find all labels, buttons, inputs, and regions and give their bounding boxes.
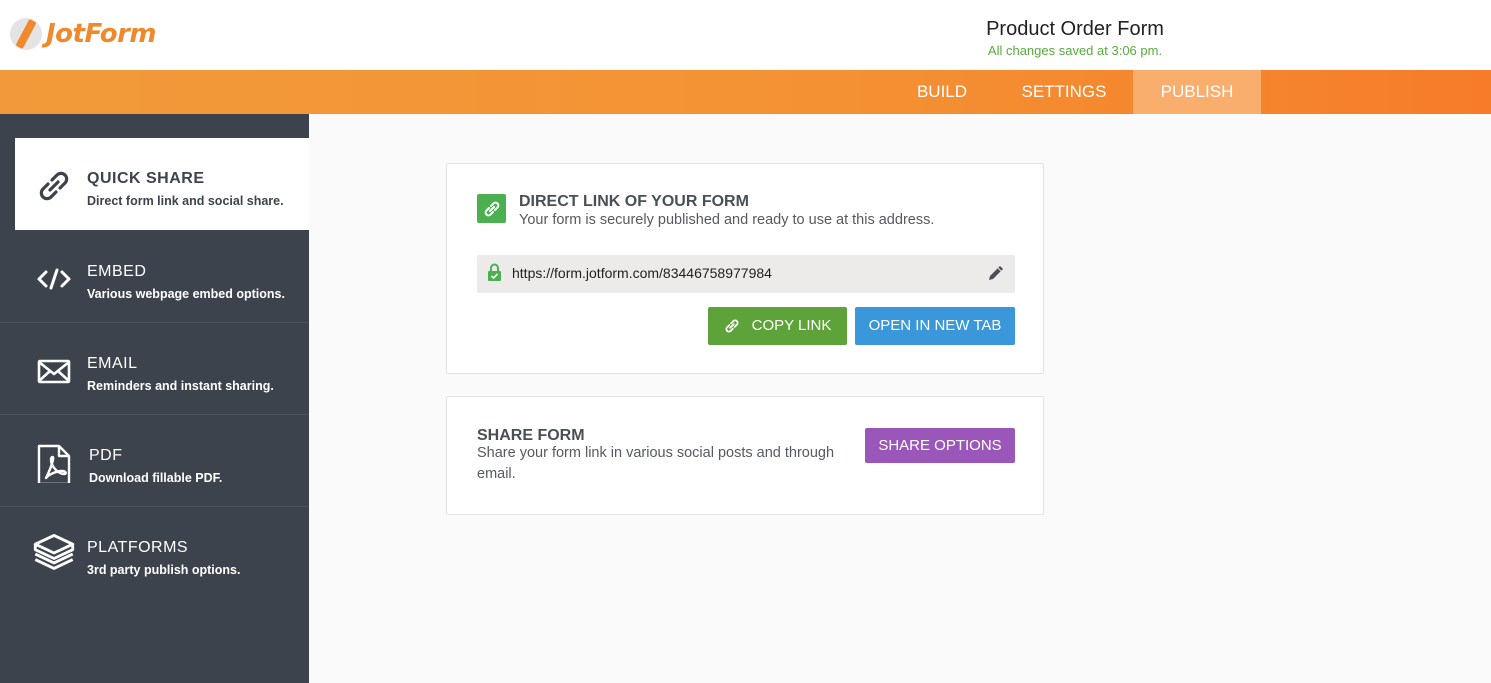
sidebar-item-pdf[interactable]: PDF Download fillable PDF. xyxy=(0,415,309,507)
copy-link-button[interactable]: COPY LINK xyxy=(708,307,847,345)
form-url-field[interactable]: https://form.jotform.com/83446758977984 xyxy=(477,255,1015,293)
sidebar-item-label: EMBED xyxy=(87,263,147,280)
share-form-subtitle: Share your form link in various social p… xyxy=(477,445,835,482)
form-url-text: https://form.jotform.com/83446758977984 xyxy=(512,265,772,281)
pdf-icon xyxy=(37,444,71,483)
envelope-icon xyxy=(37,359,71,384)
publish-sidebar: QUICK SHARE Direct form link and social … xyxy=(0,114,309,683)
open-in-new-tab-button[interactable]: OPEN IN NEW TAB xyxy=(855,307,1015,345)
code-icon xyxy=(37,268,71,290)
direct-link-title: DIRECT LINK OF YOUR FORM xyxy=(519,193,749,210)
sidebar-item-desc: Reminders and instant sharing. xyxy=(87,379,274,393)
logo-pen-icon xyxy=(10,18,42,50)
direct-link-subtitle: Your form is securely published and read… xyxy=(519,212,935,228)
sidebar-item-desc: Direct form link and social share. xyxy=(87,194,284,208)
top-header: JotForm Product Order Form All changes s… xyxy=(0,0,1491,70)
sidebar-item-label: PLATFORMS xyxy=(87,539,189,556)
sidebar-item-embed[interactable]: EMBED Various webpage embed options. xyxy=(0,231,309,323)
jotform-logo[interactable]: JotForm xyxy=(10,18,156,50)
main-nav: BUILD SETTINGS PUBLISH xyxy=(0,70,1491,114)
app-root: JotForm Product Order Form All changes s… xyxy=(0,0,1491,683)
link-badge-icon xyxy=(477,194,506,223)
direct-link-card: DIRECT LINK OF YOUR FORM Your form is se… xyxy=(446,163,1044,374)
form-title[interactable]: Product Order Form xyxy=(960,18,1190,41)
lock-icon xyxy=(488,263,501,281)
copy-link-label: COPY LINK xyxy=(751,317,832,334)
save-status: All changes saved at 3:06 pm. xyxy=(987,43,1163,58)
logo-text: JotForm xyxy=(46,19,156,49)
sidebar-item-label: PDF xyxy=(89,447,123,464)
tab-publish[interactable]: PUBLISH xyxy=(1133,70,1261,114)
tab-settings[interactable]: SETTINGS xyxy=(1000,70,1128,114)
sidebar-item-desc: Various webpage embed options. xyxy=(87,287,285,301)
link-icon xyxy=(725,319,739,333)
sidebar-item-platforms[interactable]: PLATFORMS 3rd party publish options. xyxy=(0,507,309,599)
link-icon xyxy=(39,171,69,201)
sidebar-item-label: EMAIL xyxy=(87,355,138,372)
sidebar-item-email[interactable]: EMAIL Reminders and instant sharing. xyxy=(0,323,309,415)
sidebar-item-label: QUICK SHARE xyxy=(87,170,205,187)
sidebar-item-quick-share[interactable]: QUICK SHARE Direct form link and social … xyxy=(15,138,309,230)
share-form-card: SHARE FORM Share your form link in vario… xyxy=(446,396,1044,515)
layers-icon xyxy=(33,533,75,570)
pencil-icon[interactable] xyxy=(987,264,1005,282)
sidebar-item-desc: 3rd party publish options. xyxy=(87,563,241,577)
sidebar-item-desc: Download fillable PDF. xyxy=(89,471,223,485)
tab-build[interactable]: BUILD xyxy=(898,70,986,114)
share-options-button[interactable]: SHARE OPTIONS xyxy=(865,428,1015,463)
